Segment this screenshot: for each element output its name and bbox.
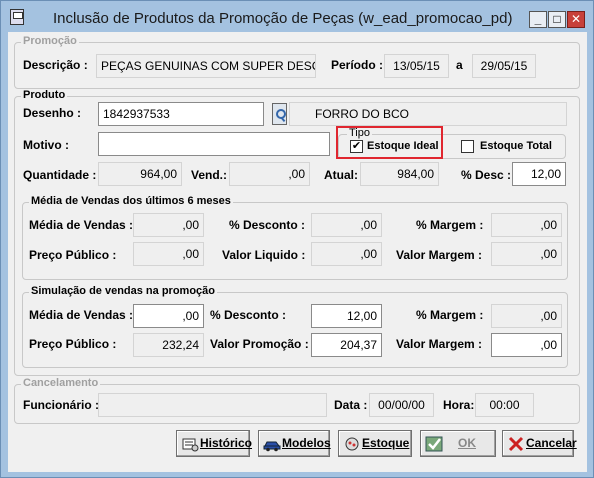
sim-pdesconto-field[interactable]: 12,00 <box>311 304 382 328</box>
estoque-ideal-checkbox[interactable]: ✔ <box>350 140 363 153</box>
sim-pdesconto-label: % Desconto : <box>210 308 287 322</box>
sim-media-vendas-field[interactable]: ,00 <box>133 304 204 328</box>
media-pmargem-label: % Margem : <box>416 218 484 232</box>
window-title: Inclusão de Produtos da Promoção de Peça… <box>53 10 513 27</box>
estoque-label: Estoque <box>362 436 410 450</box>
descricao-produto-field: FORRO DO BCO <box>289 102 567 126</box>
simulacao-caption: Simulação de vendas na promoção <box>29 285 218 297</box>
periodo-fim-field[interactable]: 29/05/15 <box>472 54 536 78</box>
valor-promocao-label: Valor Promoção : <box>210 337 309 351</box>
cancel-icon <box>508 436 524 451</box>
produto-caption: Produto <box>21 89 68 101</box>
media-vendas-label: Média de Vendas : <box>29 218 134 232</box>
close-button[interactable]: ✕ <box>567 11 585 28</box>
sim-pmargem-label: % Margem : <box>416 308 484 322</box>
estoque-ideal-label[interactable]: Estoque Ideal <box>367 140 439 152</box>
sim-pmargem-field[interactable]: ,00 <box>491 304 562 328</box>
periodo-separator: a <box>456 58 463 72</box>
promocao-caption: Promoção <box>21 35 79 47</box>
periodo-label: Período : <box>331 58 384 72</box>
historico-label: Histórico <box>200 436 253 450</box>
vend-label: Vend.: <box>191 168 228 182</box>
cancelar-label: Cancelar <box>526 436 577 450</box>
sim-valor-margem-field[interactable]: ,00 <box>491 333 562 357</box>
modelos-label: Modelos <box>282 436 331 450</box>
title-bar[interactable]: Inclusão de Produtos da Promoção de Peça… <box>1 1 593 32</box>
estoque-total-checkbox[interactable] <box>461 140 474 153</box>
desenho-field[interactable]: 1842937533 <box>98 102 264 126</box>
sim-media-vendas-label: Média de Vendas : <box>29 308 134 322</box>
cancelar-button[interactable]: Cancelar <box>502 430 577 457</box>
descricao-label: Descrição : <box>23 58 88 72</box>
app-icon[interactable] <box>10 9 24 25</box>
media-group: Média de Vendas dos últimos 6 meses <box>22 195 568 280</box>
quantidade-label: Quantidade : <box>23 168 97 182</box>
ok-button[interactable]: OK <box>420 430 496 457</box>
simulacao-group: Simulação de vendas na promoção <box>22 285 568 368</box>
motivo-label: Motivo : <box>23 138 69 152</box>
data-field[interactable]: 00/00/00 <box>369 393 434 417</box>
funcionario-field[interactable] <box>98 393 327 417</box>
cancelamento-caption: Cancelamento <box>21 377 101 389</box>
pdesc-field[interactable]: 12,00 <box>512 162 566 186</box>
sim-valor-margem-label: Valor Margem : <box>396 337 483 351</box>
media-pmargem-field[interactable]: ,00 <box>491 213 562 237</box>
media-pdesconto-label: % Desconto : <box>229 218 306 232</box>
media-preco-publico-label: Preço Público : <box>29 248 117 262</box>
media-preco-publico-field[interactable]: ,00 <box>133 242 204 266</box>
valor-liquido-field[interactable]: ,00 <box>311 242 382 266</box>
atual-label: Atual: <box>324 168 358 182</box>
motivo-field[interactable] <box>98 132 330 156</box>
check-icon <box>425 436 443 452</box>
media-vendas-field[interactable]: ,00 <box>133 213 204 237</box>
media-caption: Média de Vendas dos últimos 6 meses <box>29 195 233 207</box>
data-label: Data : <box>334 398 368 412</box>
lookup-icon[interactable] <box>272 103 287 125</box>
modelos-button[interactable]: Modelos <box>258 430 331 457</box>
periodo-inicio-field[interactable]: 13/05/15 <box>384 54 449 78</box>
estoque-total-label[interactable]: Estoque Total <box>480 140 552 152</box>
valor-liquido-label: Valor Liquido : <box>222 248 306 262</box>
valor-promocao-field[interactable]: 204,37 <box>311 333 382 357</box>
historico-button[interactable]: Histórico <box>176 430 253 457</box>
funcionario-label: Funcionário : <box>23 398 99 412</box>
media-valor-margem-label: Valor Margem : <box>396 248 483 262</box>
ok-label: OK <box>458 436 476 450</box>
history-icon <box>182 438 199 452</box>
vend-field[interactable]: ,00 <box>229 162 310 186</box>
estoque-button[interactable]: Estoque <box>338 430 412 457</box>
form-client-area: Promoção Descrição : PEÇAS GENUINAS COM … <box>8 32 587 472</box>
pdesc-label: % Desc : <box>461 168 512 182</box>
atual-field[interactable]: 984,00 <box>360 162 439 186</box>
maximize-button[interactable]: □ <box>548 11 566 28</box>
car-icon <box>263 441 281 452</box>
sim-preco-publico-label: Preço Público : <box>29 337 117 351</box>
hora-label: Hora: <box>443 398 475 412</box>
desenho-label: Desenho : <box>23 106 82 120</box>
hora-field[interactable]: 00:00 <box>475 393 534 417</box>
media-pdesconto-field[interactable]: ,00 <box>311 213 382 237</box>
stock-icon <box>345 437 359 451</box>
sim-preco-publico-field[interactable]: 232,24 <box>133 333 204 357</box>
descricao-field[interactable]: PEÇAS GENUINAS COM SUPER DESC <box>96 54 316 78</box>
media-valor-margem-field[interactable]: ,00 <box>491 242 562 266</box>
minimize-button[interactable]: _ <box>529 11 547 28</box>
main-window: Inclusão de Produtos da Promoção de Peça… <box>0 0 594 478</box>
quantidade-field[interactable]: 964,00 <box>98 162 182 186</box>
